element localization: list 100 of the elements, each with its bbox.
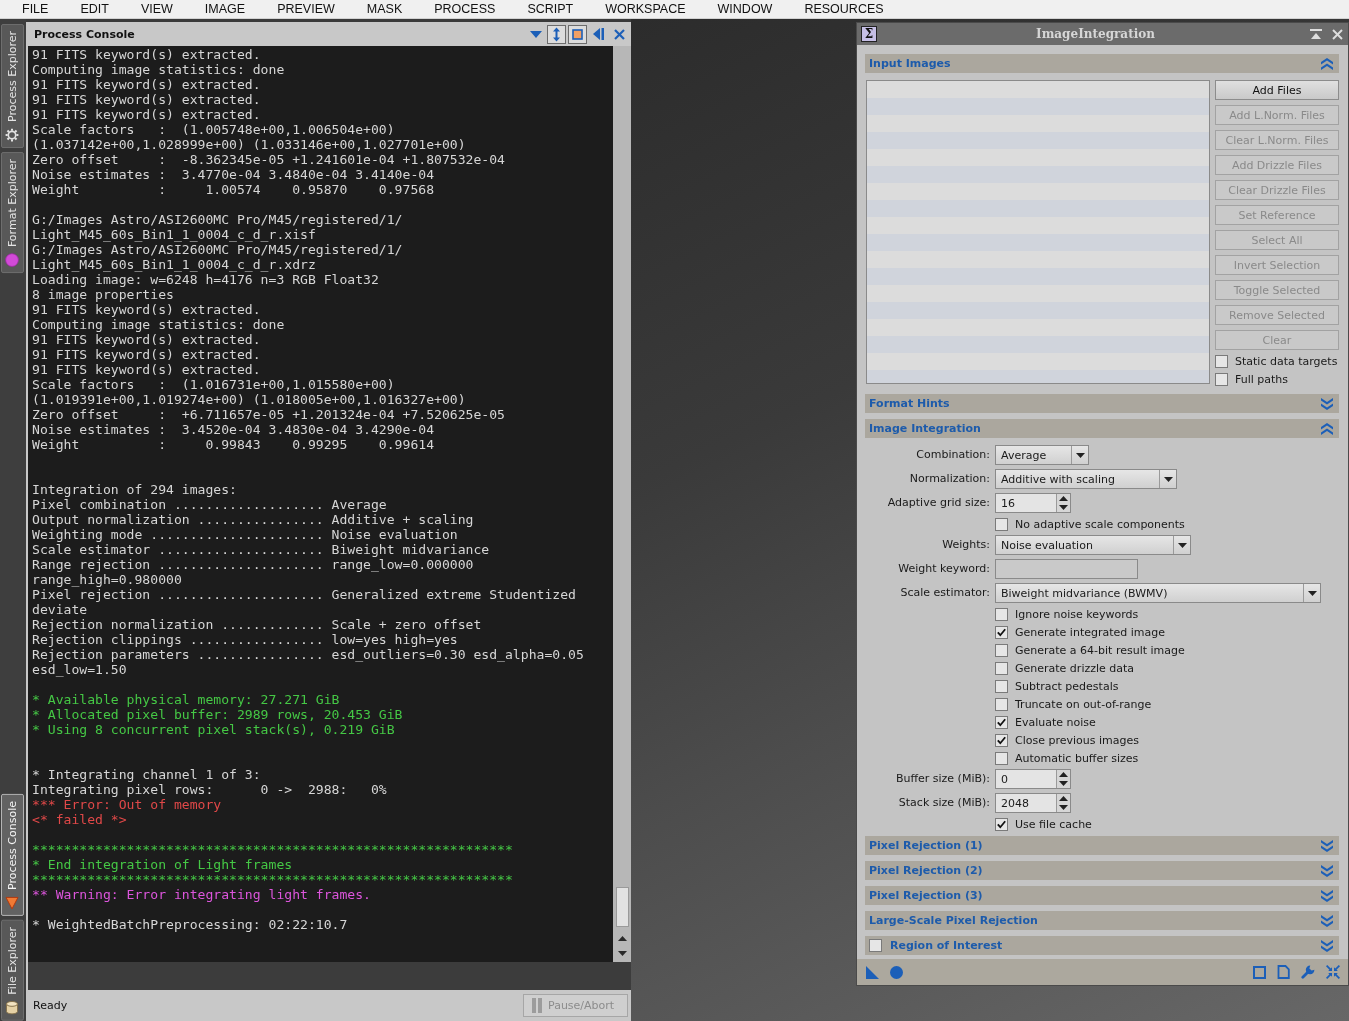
document-icon[interactable]: [1277, 965, 1290, 979]
double-chevron-up-icon[interactable]: [1321, 422, 1333, 435]
spin-arrows-icon[interactable]: [1059, 496, 1068, 510]
console-line: Weight : 0.99843 0.99295 0.99614: [32, 437, 435, 452]
checkbox[interactable]: [869, 939, 882, 952]
triangle-bar-icon[interactable]: [1310, 29, 1322, 39]
menu-item[interactable]: PROCESS: [418, 1, 512, 17]
spin-arrows-icon[interactable]: [1059, 772, 1068, 786]
menu-item[interactable]: MASK: [350, 1, 419, 17]
checkbox[interactable]: [1215, 354, 1228, 368]
menu-item[interactable]: FILE: [6, 1, 65, 17]
checkbox[interactable]: [995, 679, 1008, 693]
spin-box[interactable]: 16: [995, 493, 1071, 513]
field-label: Buffer size (MiB):: [895, 771, 990, 787]
field-label: Weight keyword:: [898, 561, 990, 577]
checkbox[interactable]: [1215, 372, 1228, 386]
checkbox[interactable]: [995, 517, 1008, 531]
checkbox[interactable]: [995, 715, 1008, 729]
menu-item[interactable]: WORKSPACE: [589, 1, 702, 17]
console-line: Scale factors : (1.005748e+00,1.006504e+00): [32, 122, 395, 137]
console-line: (1.019391e+00,1.019274e+00) (1.018005e+00,1.016327e+00): [32, 392, 466, 407]
spin-arrows-icon[interactable]: [1059, 796, 1068, 810]
gear-icon: [5, 128, 20, 143]
console-line: Output normalization ................ Additive + scaling: [32, 512, 474, 527]
double-chevron-down-icon[interactable]: [1321, 864, 1333, 877]
menu-item[interactable]: WINDOW: [701, 1, 789, 17]
checkbox-label: Generate drizzle data: [1015, 661, 1135, 675]
console-line: Rejection parameters ................ esd_outliers=0.30 esd_alpha=0.05: [32, 647, 584, 662]
console-line: Range rejection ..................... range_low=0.000000: [32, 557, 474, 572]
checkbox-label: Use file cache: [1015, 817, 1092, 831]
console-line: * Using 8 concurrent pixel stack(s), 0.219 GiB: [32, 722, 395, 737]
double-chevron-down-icon[interactable]: [1321, 889, 1333, 902]
dock-tab[interactable]: File Explorer: [1, 920, 24, 1021]
console-line: Integration of 294 images:: [32, 482, 237, 497]
inward-arrows-icon[interactable]: [1326, 965, 1340, 979]
double-chevron-up-icon[interactable]: [1321, 57, 1333, 70]
checkbox[interactable]: [995, 817, 1008, 831]
field-label: Stack size (MiB):: [898, 795, 990, 811]
double-chevron-down-icon[interactable]: [1321, 839, 1333, 852]
square-icon[interactable]: [568, 24, 587, 44]
checkbox-label: Truncate on out-of-range: [1015, 697, 1152, 711]
checkbox[interactable]: [995, 733, 1008, 747]
status-text: Ready: [33, 999, 68, 1012]
console-line: 91 FITS keyword(s) extracted.: [32, 347, 261, 362]
wrench-icon[interactable]: [1301, 965, 1315, 979]
menu-item[interactable]: RESOURCES: [788, 1, 900, 17]
console-line: Rejection clippings ................. low=yes high=yes: [32, 632, 458, 647]
checkbox[interactable]: [995, 607, 1008, 621]
caret-icon[interactable]: [1075, 452, 1085, 458]
dock-tab[interactable]: Process Explorer: [1, 24, 24, 149]
dropdown[interactable]: Average: [995, 445, 1089, 465]
scrollbar-track[interactable]: [613, 46, 631, 962]
checkbox-label: Close previous images: [1015, 733, 1139, 747]
caret-icon[interactable]: [1163, 476, 1173, 482]
down-arrow-icon[interactable]: [617, 951, 627, 956]
double-chevron-down-icon[interactable]: [1321, 914, 1333, 927]
dropdown[interactable]: Noise evaluation: [995, 535, 1191, 555]
spin-box[interactable]: 2048: [995, 793, 1071, 813]
console-line: esd_low=1.50: [32, 662, 127, 677]
checkbox[interactable]: [995, 661, 1008, 675]
dock-tab[interactable]: Process Console: [1, 794, 24, 917]
console-line: 91 FITS keyword(s) extracted.: [32, 47, 261, 62]
scrollbar-thumb[interactable]: [615, 887, 629, 927]
caret-icon[interactable]: [1177, 542, 1187, 548]
menu-item[interactable]: PREVIEW: [261, 1, 351, 17]
field-label: Scale estimator:: [900, 585, 990, 601]
triangle-icon[interactable]: [866, 965, 879, 979]
menu-item[interactable]: IMAGE: [188, 1, 262, 17]
checkbox[interactable]: [995, 643, 1008, 657]
checkbox[interactable]: [995, 625, 1008, 639]
checkbox[interactable]: [995, 697, 1008, 711]
up-arrow-icon[interactable]: [617, 936, 627, 941]
triangle-icon: [5, 896, 20, 911]
dropdown[interactable]: Additive with scaling: [995, 469, 1177, 489]
field-label: Adaptive grid size:: [887, 495, 990, 511]
dropdown[interactable]: Biweight midvariance (BWMV): [995, 583, 1321, 603]
square-icon[interactable]: [1253, 965, 1266, 979]
field-label: Normalization:: [909, 471, 990, 487]
console-line: * End integration of Light frames: [32, 857, 293, 872]
double-chevron-down-icon[interactable]: [1321, 397, 1333, 410]
console-line: 91 FITS keyword(s) extracted.: [32, 77, 261, 92]
dock-tab[interactable]: Format Explorer: [1, 152, 24, 274]
menu-item[interactable]: VIEW: [124, 1, 189, 17]
input-field[interactable]: [995, 559, 1138, 579]
spin-box[interactable]: 0: [995, 769, 1071, 789]
close-icon[interactable]: [614, 28, 625, 40]
circle-icon[interactable]: [890, 965, 903, 979]
console-line: 91 FITS keyword(s) extracted.: [32, 302, 261, 317]
console-line: Rejection normalization ............. Scale + zero offset: [32, 617, 482, 632]
console-line: Scale factors : (1.016731e+00,1.015580e+00): [32, 377, 395, 392]
checkbox[interactable]: [995, 751, 1008, 765]
triangle-bar-icon[interactable]: [593, 28, 604, 40]
caret-icon[interactable]: [1307, 590, 1317, 596]
menu-item[interactable]: SCRIPT: [511, 1, 590, 17]
menu-item[interactable]: EDIT: [64, 1, 125, 17]
sigma-icon[interactable]: Σ: [861, 26, 877, 42]
console-line: ** Warning: Error integrating light frames.: [32, 887, 371, 902]
add-files-button[interactable]: Add Files: [1215, 80, 1339, 100]
double-chevron-down-icon[interactable]: [1321, 939, 1333, 952]
checkbox-label: Full paths: [1235, 372, 1289, 386]
